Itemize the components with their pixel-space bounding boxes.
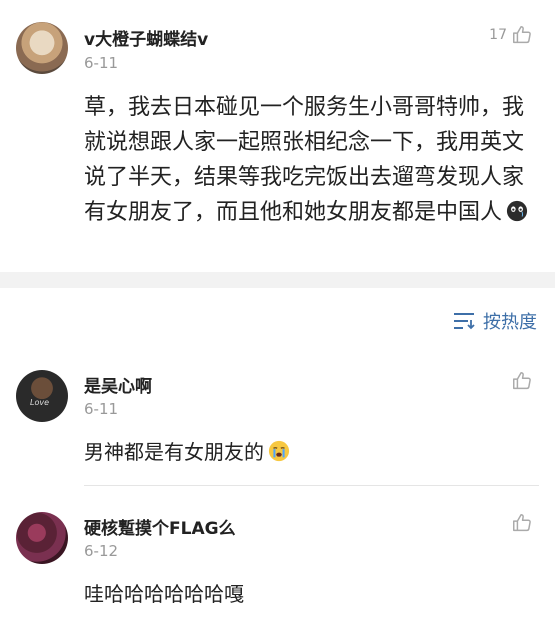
sort-icon xyxy=(454,313,475,330)
avatar-text: Love xyxy=(30,398,50,407)
comment-text-body: 男神都是有女朋友的 xyxy=(84,440,264,464)
section-divider xyxy=(0,272,555,288)
comment-text: 哇哈哈哈哈哈哈嘎 xyxy=(84,582,244,606)
avatar[interactable] xyxy=(16,22,68,74)
sort-label: 按热度 xyxy=(483,312,537,333)
like-button[interactable] xyxy=(511,370,533,392)
comment-date: 6-11 xyxy=(84,54,119,72)
thumbs-up-icon xyxy=(513,372,531,390)
main-comment: v大橙子蝴蝶结v 6-11 17 草，我去日本碰见一个服务生小哥哥特帅，我就说想… xyxy=(0,0,555,272)
thumbs-up-icon xyxy=(513,26,531,44)
username[interactable]: 硬核蹔摸个FLAG么 xyxy=(84,514,236,539)
comment-date: 6-11 xyxy=(84,400,119,418)
comment-date: 6-12 xyxy=(84,542,119,560)
sort-button[interactable]: 按热度 xyxy=(453,308,537,334)
thumbs-up-icon xyxy=(513,514,531,532)
comment-text: 男神都是有女朋友的 xyxy=(84,436,290,465)
username[interactable]: v大橙子蝴蝶结v xyxy=(84,25,208,50)
like-button[interactable]: 17 xyxy=(489,24,533,46)
like-count: 17 xyxy=(489,27,507,43)
sobbing-face-emoji-icon xyxy=(268,440,290,462)
username[interactable]: 是吴心啊 xyxy=(84,372,152,397)
avatar[interactable]: Love xyxy=(16,370,68,422)
crying-face-emoji-icon xyxy=(506,200,528,222)
divider xyxy=(84,485,539,486)
avatar[interactable] xyxy=(16,512,68,564)
like-button[interactable] xyxy=(511,512,533,534)
comment-text: 草，我去日本碰见一个服务生小哥哥特帅，我就说想跟人家一起照张相纪念一下，我用英文… xyxy=(84,90,532,230)
comment-text-body: 草，我去日本碰见一个服务生小哥哥特帅，我就说想跟人家一起照张相纪念一下，我用英文… xyxy=(84,95,525,225)
